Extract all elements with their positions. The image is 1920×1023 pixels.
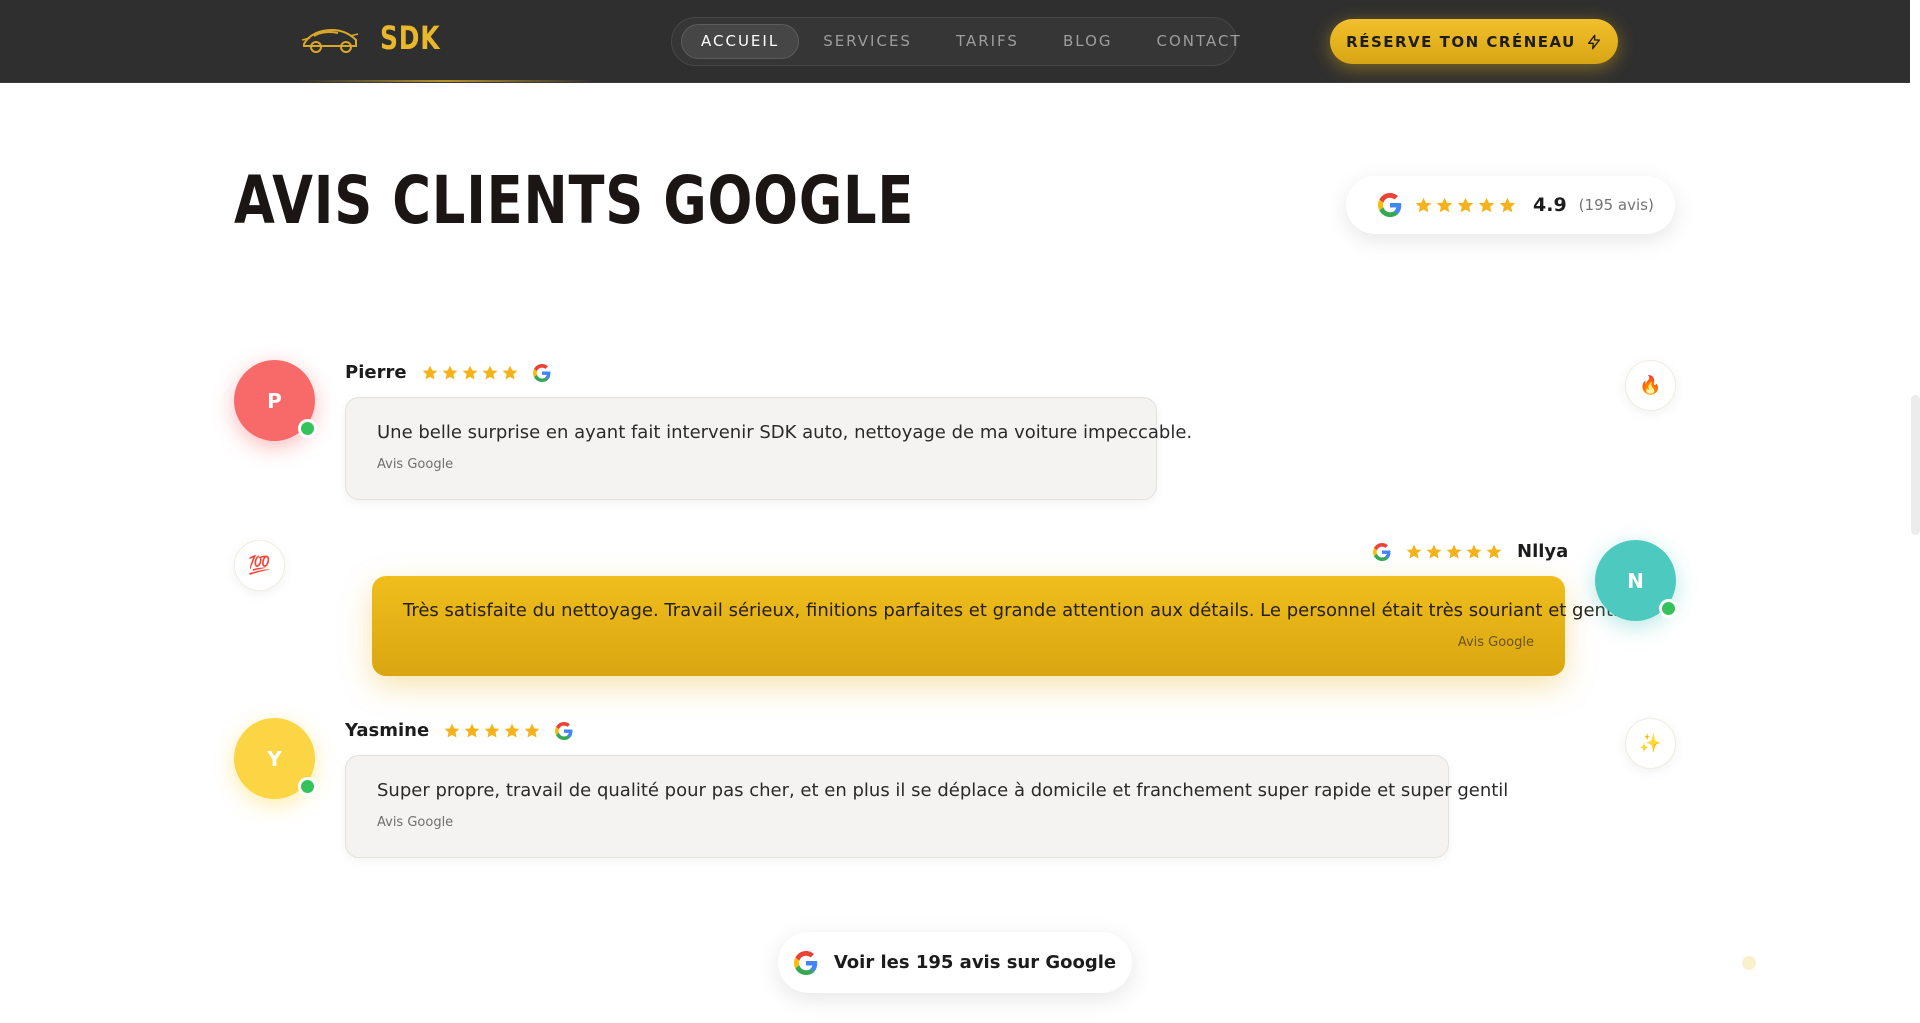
view-all-reviews-label: Voir les 195 avis sur Google	[833, 952, 1117, 973]
reviewer-avatar-yasmine: Y	[234, 718, 317, 799]
review-bubble-nllya: Très satisfaite du nettoyage. Travail sé…	[372, 576, 1629, 676]
reviewer-name: Yasmine	[345, 720, 430, 741]
star-icon	[503, 722, 521, 740]
review-stars	[1405, 543, 1503, 561]
page-scrollbar-thumb[interactable]	[1911, 395, 1920, 535]
review-header-pierre: Pierre	[345, 362, 551, 383]
star-icon	[1425, 543, 1443, 561]
rating-stars	[1414, 196, 1517, 215]
star-icon	[1414, 196, 1433, 215]
nav-item-accueil[interactable]: ACCUEIL	[681, 24, 800, 59]
star-icon	[1445, 543, 1463, 561]
nav-item-contact[interactable]: CONTACT	[1137, 24, 1262, 59]
google-icon	[1378, 193, 1402, 217]
star-icon	[1485, 543, 1503, 561]
review-text: Une belle surprise en ayant fait interve…	[377, 422, 1193, 443]
review-header-yasmine: Yasmine	[345, 720, 573, 741]
section-title: AVIS CLIENTS GOOGLE	[234, 162, 915, 239]
nav-item-blog[interactable]: BLOG	[1043, 24, 1133, 59]
nav-item-tarifs[interactable]: TARIFS	[936, 24, 1039, 59]
lightning-icon	[1587, 34, 1600, 49]
logo-underline-glow	[295, 80, 595, 82]
review-text: Super propre, travail de qualité pour pa…	[377, 780, 1509, 801]
star-icon	[483, 722, 501, 740]
review-stars	[421, 364, 519, 382]
review-header-nllya: Nllya	[1373, 541, 1568, 562]
avatar-initial: N	[1627, 568, 1644, 593]
main-nav: ACCUEIL SERVICES TARIFS BLOG CONTACT	[671, 17, 1240, 66]
book-slot-label: RÉSERVE TON CRÉNEAU	[1346, 32, 1576, 51]
sports-car-icon	[301, 28, 359, 53]
online-status-dot	[298, 419, 317, 438]
review-bubble-pierre: Une belle surprise en ayant fait interve…	[345, 397, 1193, 500]
reviewer-name: Nllya	[1517, 541, 1569, 562]
star-icon	[441, 364, 459, 382]
sparkles-emoji-icon: ✨	[1625, 718, 1676, 769]
reviewer-name: Pierre	[345, 362, 407, 383]
google-icon	[1373, 543, 1391, 561]
view-all-google-reviews-button[interactable]: Voir les 195 avis sur Google	[778, 932, 1132, 993]
fire-emoji-icon: 🔥	[1625, 360, 1676, 411]
star-icon	[523, 722, 541, 740]
star-icon	[1477, 196, 1496, 215]
star-icon	[1498, 196, 1517, 215]
brand-logo-link[interactable]: SDK	[300, 18, 457, 58]
star-icon	[481, 364, 499, 382]
online-status-dot	[1659, 599, 1678, 618]
star-icon	[1465, 543, 1483, 561]
decorative-dot	[1742, 956, 1756, 970]
review-bubble-yasmine: Super propre, travail de qualité pour pa…	[345, 755, 1509, 858]
star-icon	[461, 364, 479, 382]
review-text: Très satisfaite du nettoyage. Travail sé…	[403, 600, 1629, 621]
star-icon	[1405, 543, 1423, 561]
rating-count: (195 avis)	[1578, 196, 1654, 214]
avatar-initial: Y	[267, 746, 282, 771]
review-source: Avis Google	[1457, 635, 1534, 650]
review-source: Avis Google	[377, 457, 454, 472]
brand-name: SDK	[380, 19, 441, 57]
star-icon	[1435, 196, 1454, 215]
top-navbar: SDK ACCUEIL SERVICES TARIFS BLOG CONTACT…	[0, 0, 1910, 83]
star-icon	[1456, 196, 1475, 215]
online-status-dot	[298, 777, 317, 796]
rating-score: 4.9	[1533, 194, 1567, 216]
google-icon	[533, 364, 551, 382]
star-icon	[463, 722, 481, 740]
nav-item-services[interactable]: SERVICES	[803, 24, 932, 59]
reviewer-avatar-pierre: P	[234, 360, 317, 441]
google-icon	[794, 951, 818, 975]
star-icon	[501, 364, 519, 382]
book-slot-button[interactable]: RÉSERVE TON CRÉNEAU	[1330, 19, 1618, 64]
google-icon	[555, 722, 573, 740]
hundred-points-emoji-icon: 💯	[234, 540, 285, 591]
star-icon	[421, 364, 439, 382]
review-source: Avis Google	[377, 815, 454, 830]
google-rating-summary: 4.9 (195 avis)	[1346, 176, 1675, 234]
avatar-initial: P	[267, 388, 282, 413]
reviewer-avatar-nllya: N	[1595, 540, 1678, 621]
star-icon	[443, 722, 461, 740]
review-stars	[443, 722, 541, 740]
